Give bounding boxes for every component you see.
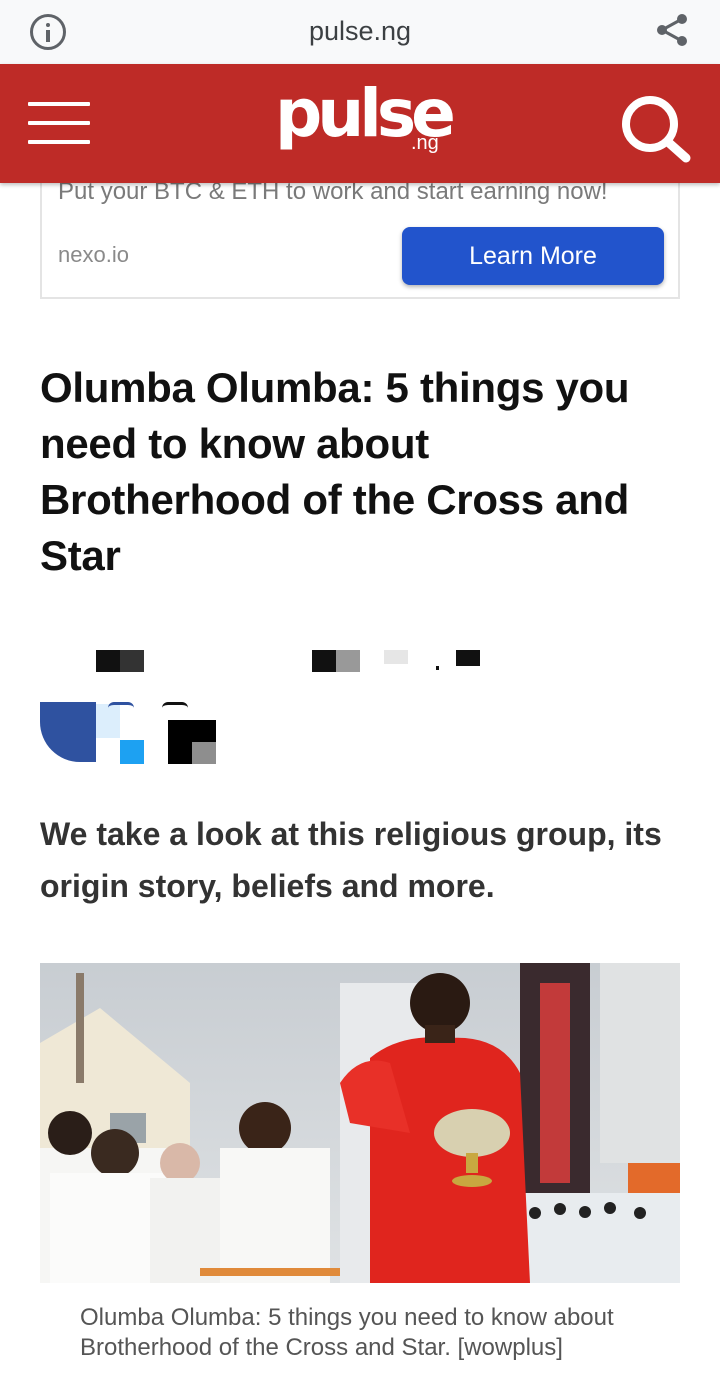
author-avatar-fragment [96, 650, 120, 672]
facebook-share-icon[interactable] [40, 702, 96, 762]
byline-fragment [312, 650, 336, 672]
share-icon-arc-2 [162, 702, 188, 708]
ad-domain: nexo.io [58, 242, 129, 267]
byline-dot [436, 666, 439, 670]
byline-fragment-2 [336, 650, 360, 672]
share-icon[interactable] [654, 12, 690, 48]
author-avatar-fragment-2 [120, 650, 144, 672]
article-subheadline: We take a look at this religious group, … [40, 816, 662, 904]
share-icon-arc [108, 702, 134, 708]
byline-fragment-4 [456, 650, 480, 666]
photo-caption: Olumba Olumba: 5 things you need to know… [80, 1304, 614, 1361]
learn-more-button[interactable]: Learn More [402, 227, 664, 285]
article-headline: Olumba Olumba: 5 things you need to know… [40, 364, 630, 579]
featured-image-illustration [40, 963, 680, 1283]
byline-area [0, 640, 720, 780]
search-icon[interactable] [618, 94, 694, 164]
share-icon-fragment-2 [192, 742, 216, 764]
logo-tld: .ng [411, 132, 439, 154]
twitter-share-icon[interactable] [120, 740, 144, 764]
site-header: pulse .ng [0, 64, 720, 183]
url-text[interactable]: pulse.ng [0, 16, 720, 47]
article-featured-image[interactable] [40, 963, 680, 1283]
byline-fragment-3 [384, 650, 408, 664]
hamburger-menu-icon[interactable] [28, 102, 90, 144]
share-icon-fragment [96, 704, 120, 738]
pulse-logo[interactable]: pulse .ng [275, 75, 456, 160]
browser-url-bar: pulse.ng [0, 0, 720, 64]
